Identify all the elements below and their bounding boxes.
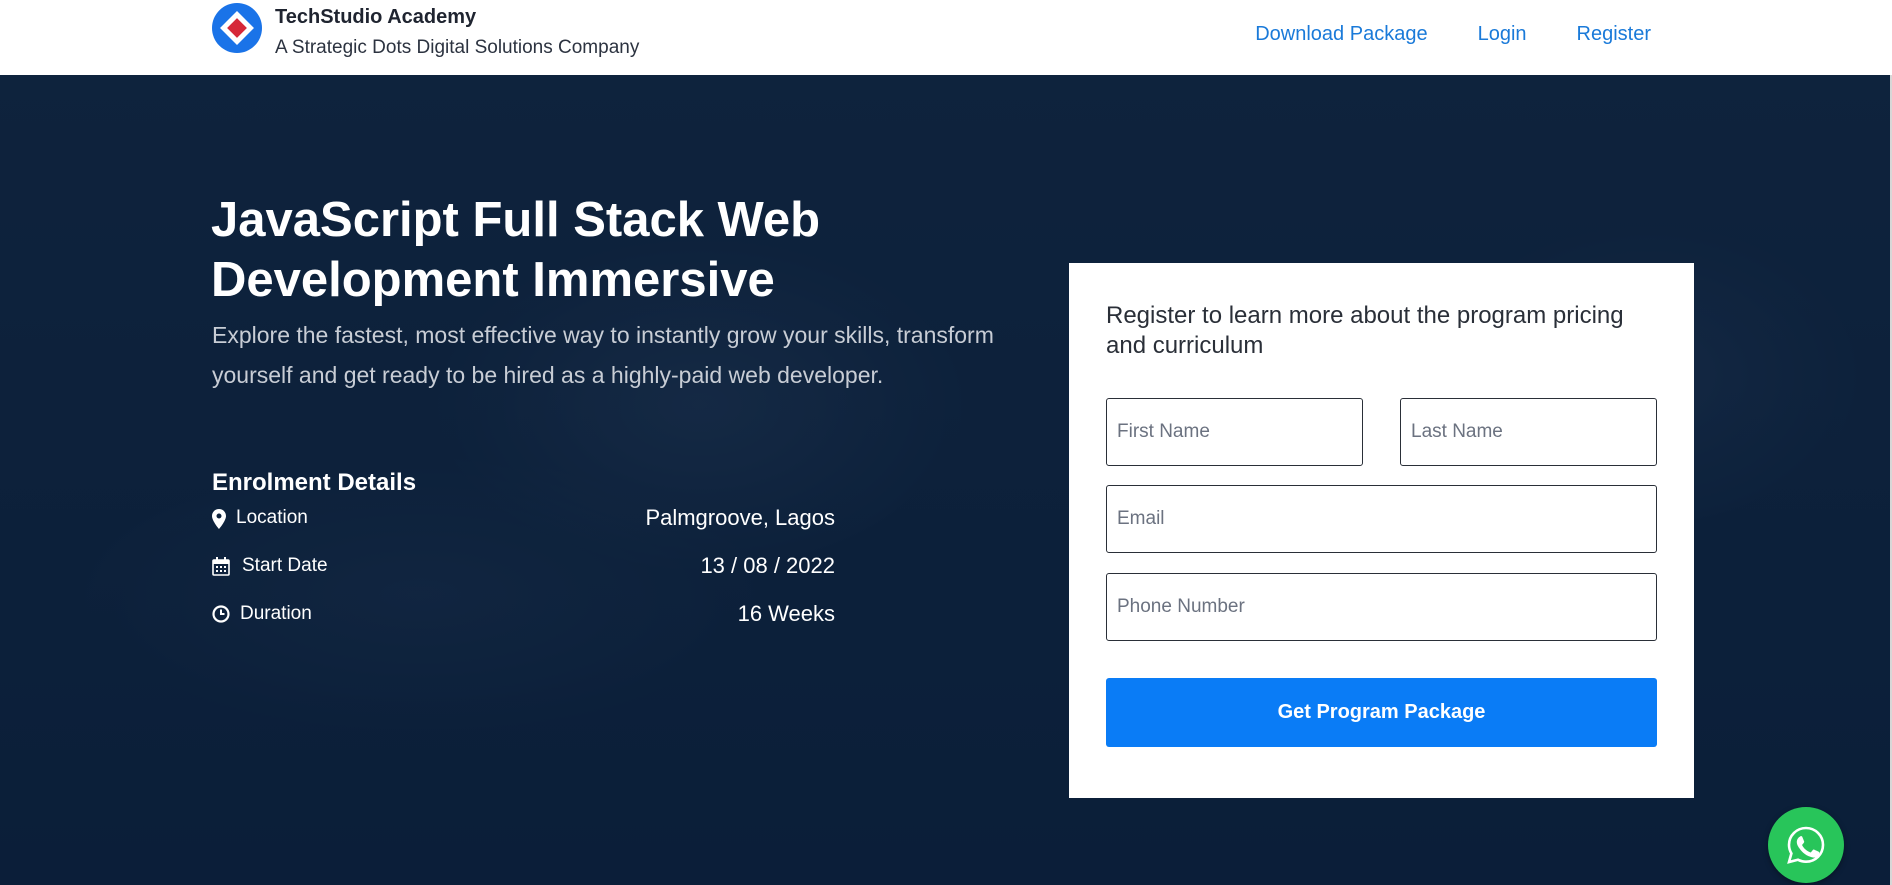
- calendar-icon: [212, 557, 230, 577]
- page-title: JavaScript Full Stack Web Development Im…: [211, 193, 821, 307]
- detail-label: Duration: [240, 603, 312, 624]
- nav-register[interactable]: Register: [1577, 23, 1651, 46]
- nav-download-package[interactable]: Download Package: [1255, 23, 1427, 46]
- detail-row-start-date: Start Date 13 / 08 / 2022: [212, 553, 835, 583]
- site-header: TechStudio Academy A Strategic Dots Digi…: [0, 0, 1892, 75]
- get-program-package-button[interactable]: Get Program Package: [1106, 678, 1657, 747]
- whatsapp-icon: [1787, 826, 1825, 864]
- hero-section: JavaScript Full Stack Web Development Im…: [0, 75, 1892, 885]
- techstudio-logo-icon[interactable]: [211, 2, 263, 54]
- first-name-field[interactable]: [1106, 398, 1363, 466]
- detail-label: Start Date: [242, 555, 328, 576]
- detail-value: 16 Weeks: [737, 601, 835, 626]
- detail-row-duration: Duration 16 Weeks: [212, 601, 835, 631]
- last-name-field[interactable]: [1400, 398, 1657, 466]
- nav-login[interactable]: Login: [1478, 23, 1527, 46]
- form-title: Register to learn more about the program…: [1106, 302, 1624, 359]
- brand-tagline: A Strategic Dots Digital Solutions Compa…: [275, 37, 640, 58]
- detail-row-location: Location Palmgroove, Lagos: [212, 505, 835, 535]
- detail-value: Palmgroove, Lagos: [645, 505, 835, 530]
- clock-icon: [212, 605, 230, 625]
- detail-label: Location: [236, 507, 308, 528]
- hero-subtitle: Explore the fastest, most effective way …: [212, 322, 994, 388]
- registration-card: Register to learn more about the program…: [1069, 263, 1694, 798]
- whatsapp-button[interactable]: [1768, 807, 1844, 883]
- phone-number-field[interactable]: [1106, 573, 1657, 641]
- map-pin-icon: [212, 509, 230, 529]
- detail-value: 13 / 08 / 2022: [700, 553, 835, 578]
- main-nav: Download Package Login Register: [1255, 23, 1651, 46]
- email-field[interactable]: [1106, 485, 1657, 553]
- enrolment-heading: Enrolment Details: [212, 469, 417, 496]
- brand-name: TechStudio Academy: [275, 6, 477, 28]
